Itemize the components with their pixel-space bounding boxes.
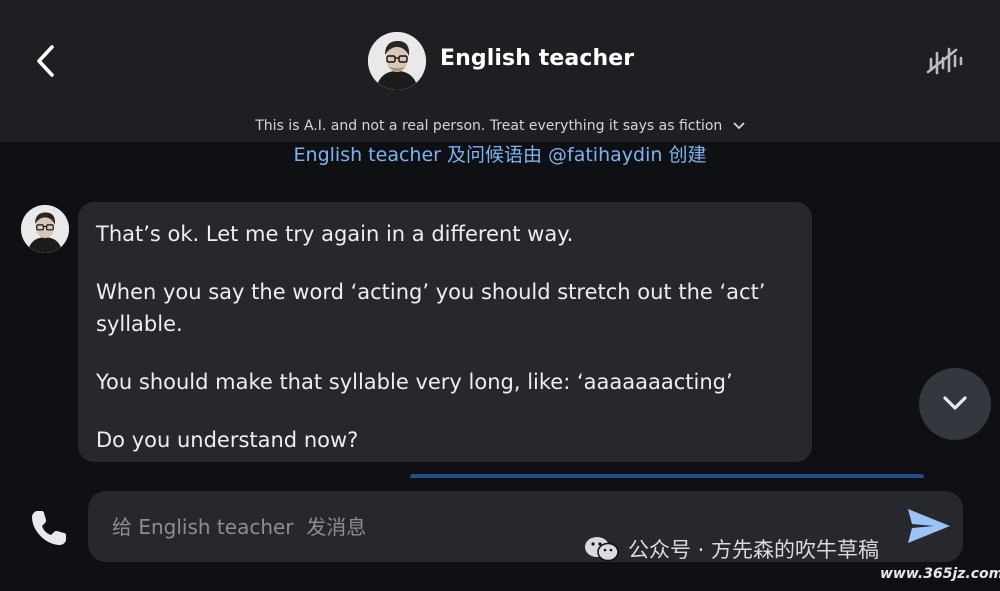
avatar-portrait-icon (21, 205, 69, 253)
creator-credit-link[interactable]: English teacher 及问候语由 @fatihaydin 创建 (0, 140, 1000, 167)
wechat-logo-icon (585, 537, 619, 562)
message-paragraph: That’s ok. Let me try again in a differe… (96, 222, 574, 246)
chevron-left-icon[interactable] (30, 42, 62, 80)
ai-disclaimer[interactable]: This is A.I. and not a real person. Trea… (0, 118, 1000, 134)
chevron-down-icon (733, 122, 745, 130)
voice-waveform-icon[interactable] (926, 44, 964, 78)
message-paragraph: Do you understand now? (96, 428, 359, 452)
user-message-bubble-edge (410, 474, 924, 478)
send-icon[interactable] (906, 506, 952, 546)
site-watermark: www.365jz.com (880, 566, 1000, 582)
character-avatar[interactable] (368, 32, 426, 90)
scroll-to-bottom-button[interactable] (919, 368, 991, 440)
message-paragraph: You should make that syllable very long,… (96, 370, 733, 394)
chat-title: English teacher (440, 46, 635, 71)
chat-screen: English teacher This is A.I. and not a r… (0, 0, 1000, 591)
assistant-message-bubble[interactable]: That’s ok. Let me try again in a differe… (78, 202, 812, 462)
wechat-watermark: 公众号 · 方先森的吹牛草稿 (584, 534, 879, 568)
disclaimer-text: This is A.I. and not a real person. Trea… (255, 118, 723, 134)
chevron-down-icon (943, 396, 967, 410)
watermark-text: 公众号 · 方先森的吹牛草稿 (628, 538, 880, 562)
avatar-portrait-icon (368, 32, 426, 90)
message-avatar[interactable] (21, 205, 69, 253)
phone-icon[interactable] (28, 507, 70, 549)
message-paragraph: When you say the word ‘acting’ you shoul… (96, 280, 766, 336)
